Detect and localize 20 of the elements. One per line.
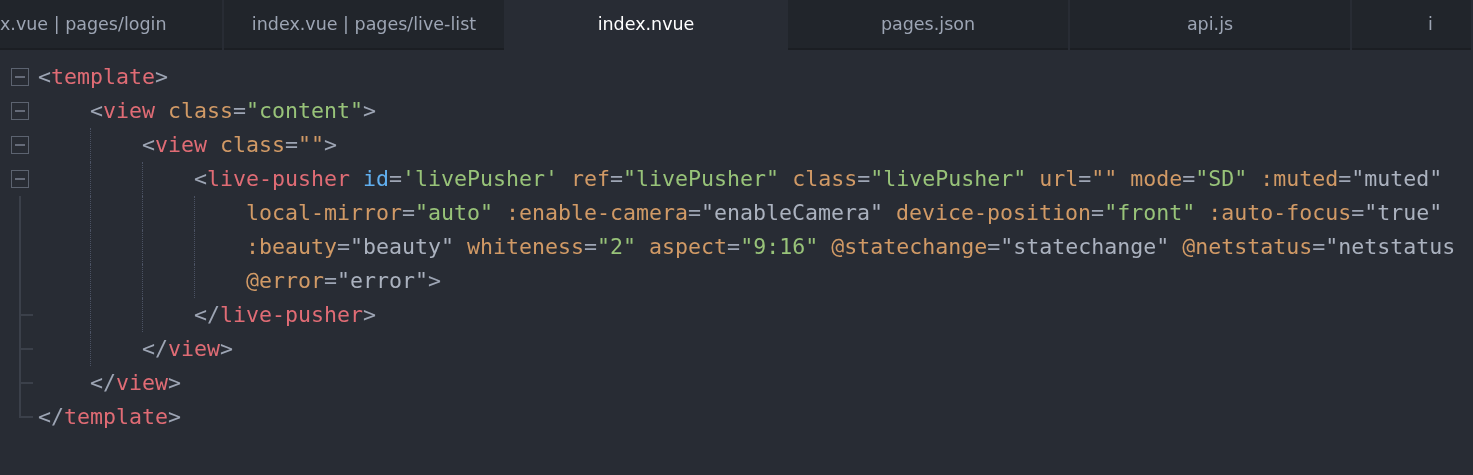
- code-line: </template>: [38, 403, 182, 431]
- code-line: <view class="">: [142, 131, 338, 159]
- code-line: </view>: [90, 369, 182, 397]
- file-tab[interactable]: pages.json: [788, 0, 1068, 50]
- code-line: <live-pusher id='livePusher' ref="livePusher" class="livePusher" url="" mode="SD" :muted="muted": [194, 165, 1443, 193]
- file-tab[interactable]: index.vue | pages/live-list: [224, 0, 504, 50]
- file-tab[interactable]: i: [1352, 0, 1471, 50]
- collapse-icon[interactable]: [11, 170, 29, 188]
- code-line: <view class="content">: [90, 97, 377, 125]
- code-line: </live-pusher>: [194, 301, 377, 329]
- collapse-icon[interactable]: [11, 102, 29, 120]
- code-line: <template>: [38, 63, 169, 91]
- code-line: local-mirror="auto" :enable-camera="enableCamera" device-position="front" :auto-focus="true": [246, 199, 1443, 227]
- file-tab[interactable]: api.js: [1070, 0, 1350, 50]
- code-line: @error="error">: [246, 267, 442, 295]
- file-tab[interactable]: x.vue | pages/login: [0, 0, 222, 50]
- code-line: :beauty="beauty" whiteness="2" aspect="9:16" @statechange="statechange" @netstatus="netstatus: [246, 233, 1456, 261]
- code-line: </view>: [142, 335, 234, 363]
- collapse-icon[interactable]: [11, 136, 29, 154]
- collapse-icon[interactable]: [11, 68, 29, 86]
